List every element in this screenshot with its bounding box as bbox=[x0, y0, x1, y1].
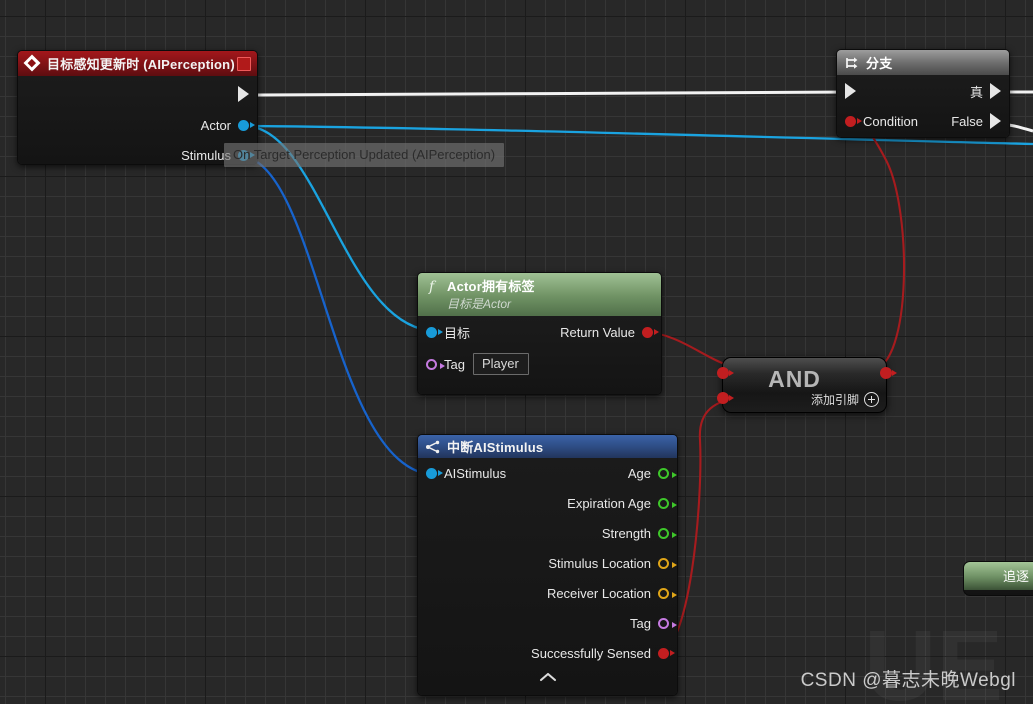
pin-label-true: 真 bbox=[969, 84, 983, 100]
pin-row-aistimulus-age[interactable]: AIStimulus Age bbox=[418, 458, 677, 488]
pin-label-strength: Strength bbox=[601, 525, 651, 541]
exec-input-pin[interactable] bbox=[845, 83, 856, 99]
node-subtitle: 目标是Actor bbox=[447, 297, 512, 311]
node-title: 目标感知更新时 (AIPerception) bbox=[47, 57, 235, 72]
strength-output-pin[interactable] bbox=[658, 527, 677, 539]
pin-label-age: Age bbox=[627, 465, 651, 481]
event-diamond-icon bbox=[25, 56, 41, 72]
pin-row-exec-out[interactable] bbox=[18, 79, 257, 109]
age-output-pin[interactable] bbox=[658, 467, 677, 479]
node-body: AIStimulus Age Expiration Age Strength S… bbox=[418, 458, 677, 695]
pin-label-expiration-age: Expiration Age bbox=[567, 495, 651, 511]
true-exec-output-pin[interactable] bbox=[990, 83, 1001, 99]
break-struct-icon bbox=[425, 439, 441, 455]
node-title: Actor拥有标签 bbox=[447, 279, 535, 294]
node-body: Actor Stimulus bbox=[18, 76, 257, 164]
tag-input-pin[interactable] bbox=[426, 358, 445, 370]
node-header[interactable]: 目标感知更新时 (AIPerception) bbox=[18, 51, 257, 76]
pin-label-tag: Tag bbox=[444, 356, 465, 372]
pin-label-stimulus-location: Stimulus Location bbox=[548, 555, 651, 571]
receiver-location-output-pin[interactable] bbox=[658, 587, 677, 599]
and-node-title: AND bbox=[768, 366, 821, 392]
branch-icon bbox=[844, 55, 860, 71]
plus-circle-icon[interactable] bbox=[864, 392, 879, 407]
exec-output-pin[interactable] bbox=[238, 86, 249, 102]
node-header[interactable]: 中断AIStimulus bbox=[418, 435, 677, 458]
pin-row-strength[interactable]: Strength bbox=[418, 518, 677, 548]
blueprint-graph-canvas[interactable]: 目标感知更新时 (AIPerception) Actor Stimulus 分支… bbox=[0, 0, 1033, 704]
pin-label-actor: Actor bbox=[200, 117, 231, 133]
node-body: 真 Condition False bbox=[837, 75, 1009, 137]
node-on-target-perception-updated[interactable]: 目标感知更新时 (AIPerception) Actor Stimulus bbox=[17, 50, 258, 165]
function-f-icon: f bbox=[425, 278, 441, 295]
collapse-chevron-icon[interactable] bbox=[418, 668, 677, 693]
watermark-text: CSDN @暮志未晚Webgl bbox=[800, 670, 1016, 691]
pin-label-receiver-location: Receiver Location bbox=[546, 585, 651, 601]
node-title: 分支 bbox=[866, 56, 893, 71]
pin-row-successfully-sensed[interactable]: Successfully Sensed bbox=[418, 638, 677, 668]
pin-label-false: False bbox=[951, 113, 983, 129]
pin-row-target-return[interactable]: 目标 Return Value bbox=[418, 318, 661, 346]
pin-label-aistimulus: AIStimulus bbox=[444, 465, 507, 481]
node-header[interactable]: 分支 bbox=[837, 50, 1009, 75]
node-break-aistimulus[interactable]: 中断AIStimulus AIStimulus Age Expiration A… bbox=[417, 434, 678, 696]
pin-row-true[interactable]: 真 bbox=[837, 77, 1009, 105]
pin-label-target: 目标 bbox=[444, 325, 471, 341]
add-pin-label: 添加引脚 bbox=[810, 393, 859, 407]
pin-row-tag[interactable]: Tag Player bbox=[418, 350, 537, 378]
pin-row-expiration-age[interactable]: Expiration Age bbox=[418, 488, 677, 518]
pin-row-actor[interactable]: Actor bbox=[18, 110, 257, 140]
svg-text:f: f bbox=[428, 279, 437, 294]
false-exec-output-pin[interactable] bbox=[990, 113, 1001, 129]
pin-row-condition-false[interactable]: Condition False bbox=[837, 107, 1009, 135]
node-actor-has-tag[interactable]: f Actor拥有标签 目标是Actor 目标 Return Value Tag… bbox=[417, 272, 662, 395]
pin-row-stimulus[interactable]: Stimulus bbox=[18, 140, 257, 170]
node-body: 目标 Return Value Tag Player bbox=[418, 316, 661, 394]
pin-label-successfully-sensed: Successfully Sensed bbox=[531, 645, 651, 661]
pin-label-tag: Tag bbox=[630, 615, 651, 631]
actor-output-pin[interactable] bbox=[238, 119, 255, 131]
pin-row-receiver-location[interactable]: Receiver Location bbox=[418, 578, 677, 608]
node-and[interactable]: AND 添加引脚 bbox=[717, 357, 897, 413]
node-title: 中断AIStimulus bbox=[447, 440, 544, 455]
tag-value-input[interactable]: Player bbox=[472, 353, 529, 375]
node-chase-partial[interactable]: 追逐 bbox=[963, 561, 1033, 596]
pin-label-return-value: Return Value bbox=[560, 324, 635, 340]
pin-row-tag[interactable]: Tag bbox=[418, 608, 677, 638]
stop-square-icon[interactable] bbox=[237, 56, 251, 71]
pin-tooltip: On Target Perception Updated (AIPercepti… bbox=[224, 143, 505, 167]
and-output-pin[interactable] bbox=[880, 367, 897, 379]
add-pin-control[interactable]: 添加引脚 bbox=[811, 391, 879, 408]
node-branch[interactable]: 分支 真 Condition False bbox=[836, 49, 1010, 138]
and-input-b-pin[interactable] bbox=[717, 392, 734, 404]
stimulus-location-output-pin[interactable] bbox=[658, 557, 677, 569]
aistimulus-input-pin[interactable] bbox=[426, 467, 443, 479]
return-value-output-pin[interactable] bbox=[642, 326, 659, 338]
condition-input-pin[interactable] bbox=[845, 115, 862, 127]
tag-output-pin[interactable] bbox=[658, 617, 677, 629]
pin-label-condition: Condition bbox=[863, 113, 918, 129]
successfully-sensed-output-pin[interactable] bbox=[658, 647, 675, 659]
expiration-age-output-pin[interactable] bbox=[658, 497, 677, 509]
pin-row-stimulus-location[interactable]: Stimulus Location bbox=[418, 548, 677, 578]
node-header[interactable]: f Actor拥有标签 目标是Actor bbox=[418, 273, 661, 316]
target-input-pin[interactable] bbox=[426, 326, 443, 338]
node-title: 追逐 bbox=[964, 562, 1033, 590]
